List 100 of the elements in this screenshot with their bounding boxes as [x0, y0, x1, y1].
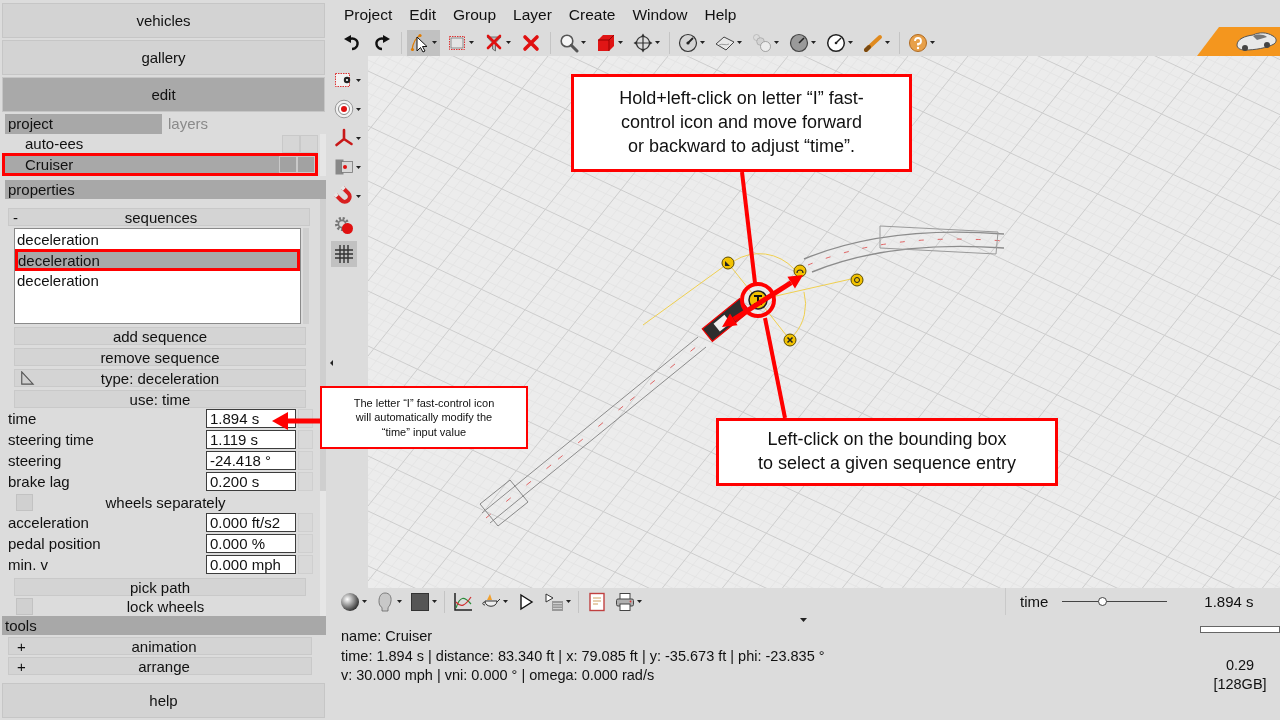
nav-button[interactable]: edit: [2, 77, 325, 112]
menu-item[interactable]: Help: [704, 5, 737, 24]
caret-icon: [432, 600, 437, 603]
dial-icon: [789, 32, 809, 53]
caret-icon: [811, 41, 816, 44]
input-field[interactable]: 0.000 mph: [206, 555, 296, 574]
guide-line: [763, 306, 787, 336]
panel-tab[interactable]: project: [5, 114, 162, 134]
panel-button[interactable]: add sequence: [14, 327, 306, 345]
bounding-box[interactable]: [479, 479, 529, 527]
checkbox[interactable]: [16, 597, 33, 615]
caret-icon: [356, 136, 361, 140]
cursor-icon: [410, 32, 430, 53]
object-item[interactable]: auto-ees: [2, 134, 318, 153]
gauge-outline-icon: [826, 32, 846, 53]
square-icon: [410, 591, 430, 612]
toggle-button[interactable]: [282, 134, 300, 153]
cursor-button[interactable]: [407, 29, 440, 56]
axes-icon: [334, 128, 354, 148]
caret-icon: [655, 41, 660, 44]
toggle-button[interactable]: [297, 156, 315, 173]
handle-icon[interactable]: [850, 273, 864, 287]
chart-icon: [453, 591, 473, 612]
caret-icon: [637, 600, 642, 603]
menu-item[interactable]: Edit: [409, 5, 436, 24]
input-field[interactable]: 1.119 s: [206, 430, 296, 449]
menu-item[interactable]: Window: [632, 5, 688, 24]
caret-icon: [848, 41, 853, 44]
stick-icon: [863, 32, 883, 53]
nav-button[interactable]: vehicles: [2, 3, 325, 38]
checkbox[interactable]: [16, 493, 33, 511]
menu-item[interactable]: Layer: [513, 5, 552, 24]
collapse-arrow-icon[interactable]: [799, 617, 807, 622]
sphere-icon: [340, 591, 360, 612]
handle-icon[interactable]: [748, 290, 768, 310]
section-title: properties: [5, 180, 326, 199]
path-segment[interactable]: [481, 453, 563, 524]
toggle-button[interactable]: [279, 156, 297, 173]
slider-thumb[interactable]: [1098, 597, 1108, 606]
guide-arc: [793, 291, 807, 336]
spheres-icon: [752, 32, 772, 53]
handle-icon[interactable]: [783, 333, 797, 347]
caret-icon: [566, 600, 571, 603]
target-icon: [334, 99, 354, 119]
gear-icon: [334, 215, 354, 235]
handle-icon[interactable]: [721, 256, 735, 270]
redo-icon: [372, 32, 392, 53]
guide-arc: [733, 253, 795, 270]
field-label: brake lag: [8, 473, 71, 490]
menu-item[interactable]: Project: [344, 5, 393, 24]
section-header[interactable]: + arrange: [8, 657, 312, 675]
cube-icon: [596, 32, 616, 53]
panel-button[interactable]: pick path: [14, 578, 306, 596]
list-item[interactable]: deceleration: [15, 271, 300, 290]
field-label: min. v: [8, 556, 49, 573]
list-item[interactable]: deceleration: [15, 230, 300, 249]
list-item[interactable]: deceleration: [15, 249, 300, 271]
callout: Hold+left-click on letter “I” fast- control icon and move forward or backward to adjust “time”.: [571, 74, 912, 172]
caret-icon: [356, 194, 361, 198]
menu-item[interactable]: Create: [568, 5, 616, 24]
caret-icon: [397, 600, 402, 603]
caret-icon: [362, 600, 367, 603]
section-title: tools: [2, 616, 326, 635]
bounding-box[interactable]: [879, 225, 999, 255]
object-item[interactable]: Cruiser: [2, 153, 318, 176]
input-field[interactable]: 0.200 s: [206, 472, 296, 491]
checkbox-label: wheels separately: [104, 493, 227, 511]
triangle-icon: [19, 371, 35, 385]
collapse-arrow-icon[interactable]: [330, 360, 333, 366]
grid-icon: [334, 244, 354, 264]
callout: The letter “I” fast-control icon will automatically modify the “time” input value: [320, 386, 528, 449]
callout: Left-click on the bounding box to select a given sequence entry: [716, 418, 1058, 486]
caret-icon: [737, 41, 742, 44]
undo-icon: [342, 32, 362, 53]
panel-button[interactable]: remove sequence: [14, 348, 306, 366]
highlight-ring: [740, 282, 776, 318]
type-button[interactable]: type: deceleration: [14, 369, 306, 387]
caret-icon: [700, 41, 705, 44]
caret-icon: [356, 107, 361, 111]
help-button[interactable]: help: [2, 683, 325, 718]
toggle-button[interactable]: [300, 134, 318, 153]
head-icon: [375, 591, 395, 612]
menu-item[interactable]: Group: [452, 5, 497, 24]
status-text: name: Cruiser: [341, 627, 434, 646]
section-header[interactable]: + animation: [8, 637, 312, 655]
panel-button[interactable]: use: time: [14, 390, 306, 408]
caret-icon: [356, 165, 361, 169]
slider-label: time: [1020, 593, 1049, 610]
grid-button[interactable]: [331, 241, 357, 267]
field-label: steering time: [8, 431, 95, 448]
input-field[interactable]: 0.000 ft/s2: [206, 513, 296, 532]
move-icon: [633, 32, 653, 53]
caret-icon: [469, 41, 474, 44]
cross-icon: [521, 32, 541, 53]
memory-text: 0.29: [1225, 656, 1255, 675]
nav-button[interactable]: gallery: [2, 40, 325, 75]
help-icon: [908, 32, 928, 53]
input-field[interactable]: -24.418 °: [206, 451, 296, 470]
section-header[interactable]: - sequences: [8, 208, 310, 226]
input-field[interactable]: 0.000 %: [206, 534, 296, 553]
